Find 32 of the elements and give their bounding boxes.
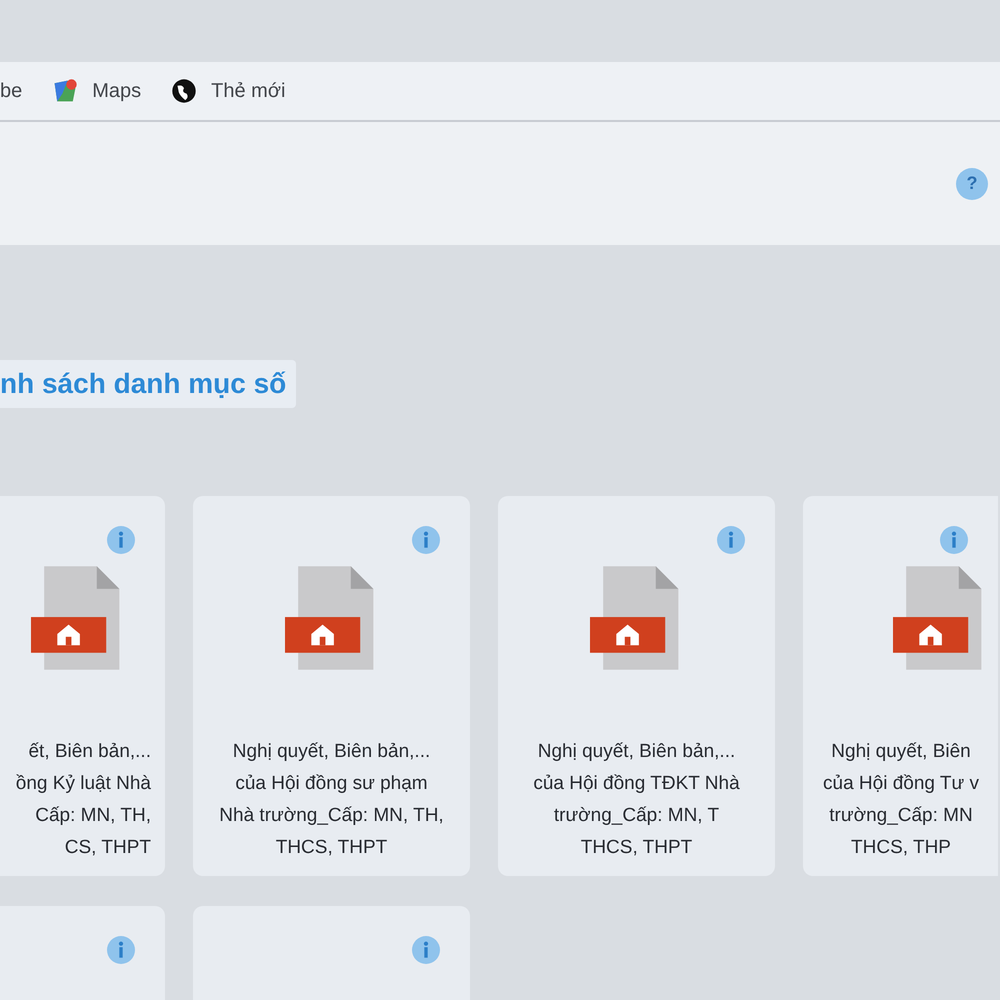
category-card[interactable]: ết, Biên bản,... ồng Kỷ luật Nhà Cấp: MN, TH, CS, THPT [0,496,165,876]
card-title-line: Nghị quyết, Biên bản,... [232,740,430,764]
card-title-line: THCS, THP [851,836,951,860]
category-card[interactable]: Nghị quyết, Biên bản,... của Hội đồng sư phạm Nhà trường_Cấp: MN, TH, THCS, THPT [193,496,470,876]
info-icon[interactable] [412,526,440,554]
info-icon[interactable] [107,526,135,554]
card-title-line: ồng Kỷ luật Nhà [16,772,151,796]
card-title-line: Nghị quyết, Biên bản,... [538,740,736,764]
card-title-line: Nhà trường_Cấp: MN, TH, [219,804,444,828]
section-title: nh sách danh mục số [0,360,296,408]
info-icon[interactable] [412,936,440,964]
card-title-line: của Hội đồng Tư v [823,772,980,796]
card-title-line: CS, THPT [64,836,151,860]
card-title-line: THCS, THPT [276,836,388,860]
info-icon[interactable] [717,526,745,554]
card-title-line: ết, Biên bản,... [28,740,151,764]
card-title-line: trường_Cấp: MN [829,804,973,828]
card-title-line: của Hội đồng TĐKT Nhà [533,772,740,796]
card-title-line: THCS, THPT [580,836,692,860]
map-pin-icon [52,78,78,104]
card-title-line: trường_Cấp: MN, T [554,804,720,828]
card-title-line: Cấp: MN, TH, [35,804,151,828]
bookmark-link[interactable]: Maps [52,78,142,104]
info-icon[interactable] [940,526,968,554]
card-title-line: Nghị quyết, Biên [831,740,971,764]
category-card[interactable]: Nghị quyết, Biên bản,... của Hội đồng TĐKT Nhà trường_Cấp: MN, T THCS, THPT [498,496,775,876]
bookmark-link[interactable]: Thẻ mới [171,78,286,104]
card-title-line: của Hội đồng sư phạm [235,772,428,796]
bookmark-link[interactable]: be [0,80,22,102]
info-icon[interactable] [107,936,135,964]
category-card[interactable]: Nghị quyết, Biên của Hội đồng Tư v trường_Cấp: MN THCS, THP [803,496,998,876]
globe-icon [171,78,198,104]
